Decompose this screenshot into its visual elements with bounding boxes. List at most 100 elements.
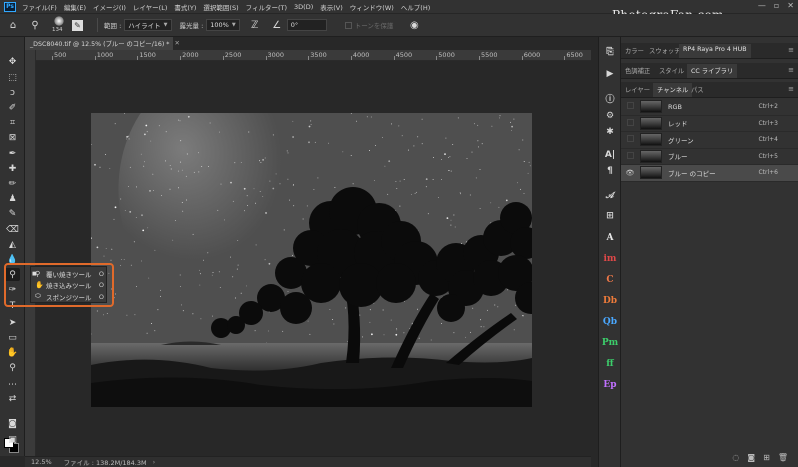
brush-settings-icon[interactable]: ✎ [72,19,83,31]
delete-channel-icon[interactable]: 🗑 [778,453,788,462]
new-channel-icon[interactable]: ⊞ [763,453,770,462]
plugin-panel-icon[interactable]: ⊞ [602,208,618,223]
brush-preset-picker[interactable]: 134 [50,15,68,35]
history-icon[interactable]: ⎘ [602,44,618,59]
lasso-tool-icon[interactable]: ↄ [5,86,20,99]
channel-row-green[interactable]: グリーン Ctrl+4 [621,132,798,149]
home-icon[interactable]: ⌂ [6,18,20,32]
crop-tool-icon[interactable]: ⌗ [5,116,20,129]
protect-tones-checkbox[interactable]: トーンを保護 [344,20,393,30]
visibility-toggle[interactable] [624,102,636,111]
menu-type[interactable]: 書式(Y) [174,2,196,12]
frame-tool-icon[interactable]: ⊠ [5,131,20,144]
tab-adjustments[interactable]: 色調補正 [625,66,650,75]
screen-mode-icon[interactable]: ▣ [5,433,20,446]
plugin-icon-ep[interactable]: Ep [602,377,618,392]
tab-swatches[interactable]: スウォッチ [649,46,680,55]
menu-layer[interactable]: レイヤー(L) [133,2,168,12]
gradient-tool-icon[interactable]: ◭ [5,238,20,251]
hand-tool-icon[interactable]: ✋ [5,346,20,359]
channel-row-red[interactable]: レッド Ctrl+3 [621,116,798,132]
healing-brush-tool-icon[interactable]: ✚ [5,162,20,175]
menu-image[interactable]: イメージ(I) [93,2,126,12]
default-colors-icon[interactable]: ⇄ [5,392,20,405]
eraser-tool-icon[interactable]: ⌫ [5,223,20,236]
star [126,136,128,138]
visibility-toggle[interactable] [624,151,636,161]
tab-color[interactable]: カラー [625,46,644,55]
glyphs-icon[interactable]: 𝒜 [602,188,618,203]
menu-help[interactable]: ヘルプ(H) [401,2,430,12]
visibility-toggle[interactable] [624,118,636,128]
chevron-right-icon[interactable]: › [153,458,156,466]
range-select[interactable]: ハイライト ▼ [124,19,172,31]
quick-mask-icon[interactable]: ◙ [5,417,20,430]
star [430,339,432,341]
save-selection-icon[interactable]: ◙ [747,453,755,462]
tab-paths[interactable]: パス [691,85,704,94]
tab-channels[interactable]: チャンネル [653,83,693,97]
menu-view[interactable]: 表示(V) [320,2,343,12]
exposure-select[interactable]: 100% ▼ [206,19,240,31]
close-icon[interactable]: ✕ [787,1,794,10]
plugin-icon-qb[interactable]: Qb [602,314,618,329]
zoom-tool-icon[interactable]: ⚲ [5,361,20,374]
airbrush-icon[interactable]: ℤ [248,18,262,32]
panel-menu-icon[interactable]: ≡ [788,85,794,93]
star [373,179,375,181]
menu-filter[interactable]: フィルター(T) [246,2,287,12]
properties-icon[interactable]: ⚙ [602,108,618,123]
menu-edit[interactable]: 編集(E) [64,2,86,12]
star [479,208,481,210]
panel-menu-icon[interactable]: ≡ [788,66,794,74]
panel-menu-icon[interactable]: ≡ [788,46,794,54]
actions-play-icon[interactable]: ▶ [602,66,618,81]
plugin-icon-db[interactable]: Db [602,293,618,308]
rectangle-tool-icon[interactable]: ▭ [5,331,20,344]
tab-styles[interactable]: スタイル [659,66,684,75]
star [369,321,371,323]
character-icon[interactable]: A| [602,147,618,162]
plugin-icon-a[interactable]: A [602,230,618,245]
marquee-tool-icon[interactable]: ⬚ [5,71,20,84]
document-tab[interactable]: _DSC8040.tif @ 12.5% (ブルー のコピー/16) * ✕ [25,37,180,50]
history-brush-tool-icon[interactable]: ✎ [5,207,20,220]
tab-raya-pro[interactable]: RP4 Raya Pro 4 HUB [679,44,751,58]
stamp-tool-icon[interactable]: ♟ [5,192,20,205]
menu-window[interactable]: ウィンドウ(W) [350,2,394,12]
angle-input[interactable]: 0° [286,19,327,31]
quick-select-tool-icon[interactable]: ✐ [5,101,20,114]
channel-row-blue[interactable]: ブルー Ctrl+5 [621,149,798,165]
eyedropper-tool-icon[interactable]: ✒ [5,147,20,160]
tab-layers[interactable]: レイヤー [625,85,650,94]
move-tool-icon[interactable]: ✥ [5,55,20,68]
plugin-icon-pm[interactable]: Pm [602,335,618,350]
channel-row-blue-copy[interactable]: 👁 ブルー のコピー Ctrl+6 [621,165,798,182]
close-tab-icon[interactable]: ✕ [174,40,179,47]
document-image[interactable] [91,113,532,407]
plugin-icon-c[interactable]: C [602,272,618,287]
plugin-icon-im[interactable]: im [602,251,618,266]
brush-tool-icon[interactable]: ✏ [5,177,20,190]
more-tools-icon[interactable]: ⋯ [5,378,20,391]
load-selection-icon[interactable]: ◌ [732,453,739,462]
plugin-icon-ff[interactable]: ff [602,356,618,371]
adjustments-icon[interactable]: ✱ [602,124,618,139]
star [399,205,401,207]
minimize-icon[interactable]: — [758,1,766,10]
paragraph-icon[interactable]: ¶ [602,163,618,178]
visibility-toggle[interactable] [624,135,636,144]
tool-preset-icon[interactable]: ⚲ [28,18,42,32]
info-icon[interactable]: ⓘ [602,91,618,106]
eye-icon[interactable]: 👁 [624,169,636,177]
pressure-size-icon[interactable]: ◉ [407,18,421,32]
menu-select[interactable]: 選択範囲(S) [203,2,238,12]
tab-cc-libraries[interactable]: CC ライブラリ [687,64,738,78]
maximize-icon[interactable]: ▫ [774,1,779,10]
menu-3d[interactable]: 3D(D) [294,3,313,11]
path-select-tool-icon[interactable]: ➤ [5,316,20,329]
ruler-tick-label: 6500 [566,51,583,59]
channel-row-rgb[interactable]: RGB Ctrl+2 [621,99,798,116]
zoom-level[interactable]: 12.5% [31,458,52,466]
menu-file[interactable]: ファイル(F) [22,2,57,12]
